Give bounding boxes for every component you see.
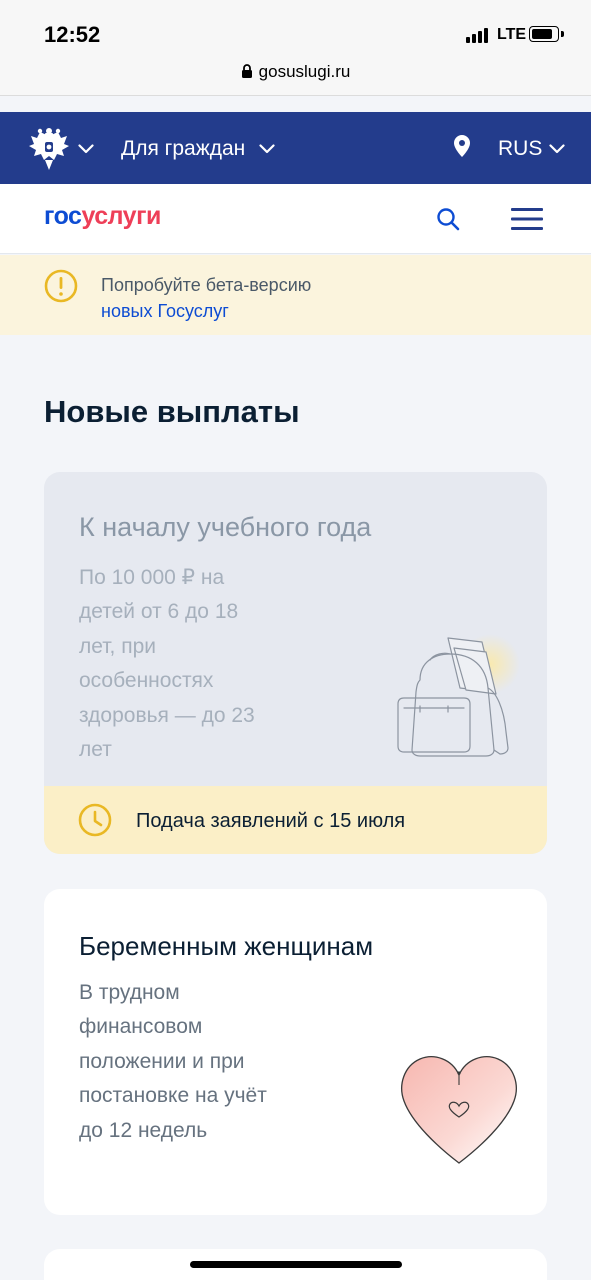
beta-message: Попробуйте бета-версию: [101, 275, 312, 295]
payment-card-school-year[interactable]: К началу учебного года По 10 000 ₽ на де…: [44, 472, 547, 854]
beta-text: Попробуйте бета-версию новых Госуслуг: [101, 272, 311, 324]
chevron-down-icon[interactable]: [78, 144, 94, 154]
payment-card-pregnant-women[interactable]: Беременным женщинам В трудном финансовом…: [44, 889, 547, 1215]
coat-of-arms-icon[interactable]: [26, 126, 72, 170]
logo-part-gos: гос: [44, 202, 82, 230]
deadline-text: Подача заявлений с 15 июля: [136, 810, 406, 832]
url-display[interactable]: gosuslugi.ru: [0, 62, 591, 82]
browser-url-bar[interactable]: gosuslugi.ru: [0, 60, 591, 96]
audience-selector[interactable]: Для граждан: [121, 137, 245, 161]
menu-icon[interactable]: [511, 206, 543, 232]
map-pin-icon[interactable]: [453, 134, 471, 158]
site-header: госуслуги: [0, 184, 591, 254]
card-title: Беременным женщинам: [79, 931, 374, 961]
logo-part-uslugi: услуги: [81, 202, 161, 230]
chevron-down-icon[interactable]: [259, 144, 275, 154]
home-indicator[interactable]: [190, 1261, 402, 1268]
clock-time: 12:52: [44, 22, 101, 47]
top-navigation-bar: Для граждан RUS: [0, 112, 591, 184]
card-description: В трудном финансовом положении и при пос…: [79, 981, 267, 1142]
status-bar: 12:52 LTE: [0, 0, 591, 60]
clock-icon: [78, 803, 112, 837]
backpack-icon: [397, 634, 520, 757]
chevron-down-icon[interactable]: [549, 144, 565, 154]
language-selector[interactable]: RUS: [498, 137, 542, 161]
battery-icon: [529, 26, 559, 42]
gosuslugi-logo[interactable]: госуслуги: [44, 202, 161, 231]
card-title: К началу учебного года: [79, 512, 372, 542]
lock-icon: [241, 64, 252, 78]
deadline-bar: Подача заявлений с 15 июля: [44, 786, 547, 854]
warning-icon: [44, 269, 78, 303]
beta-banner: Попробуйте бета-версию новых Госуслуг: [0, 255, 591, 335]
url-text: gosuslugi.ru: [258, 62, 351, 81]
card-description: По 10 000 ₽ на детей от 6 до 18 лет, при…: [79, 566, 255, 762]
cellular-signal-icon: [466, 27, 488, 43]
search-icon[interactable]: [435, 206, 461, 232]
beta-link[interactable]: новых Госуслуг: [101, 298, 311, 324]
heart-icon: [401, 1056, 517, 1164]
network-type: LTE: [497, 26, 527, 43]
page-title: Новые выплаты: [44, 394, 300, 429]
battery-tip: [561, 31, 564, 37]
